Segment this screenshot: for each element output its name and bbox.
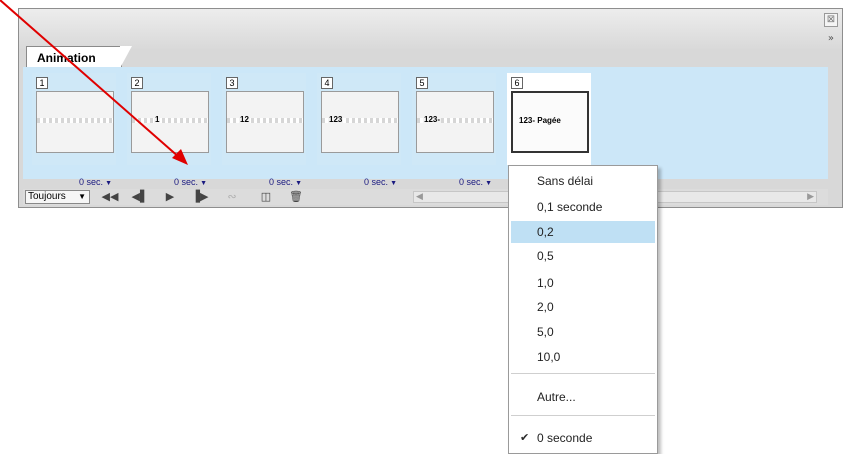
dropdown-arrow-icon: ▼ bbox=[105, 180, 112, 187]
frame-5[interactable]: 5 123- 0 sec. ▼ bbox=[412, 73, 496, 187]
frame-delay-button[interactable]: 0 sec. ▼ bbox=[174, 177, 207, 187]
frame-delay-label: 0 sec. bbox=[79, 177, 104, 187]
first-frame-icon[interactable]: ◀◀ bbox=[99, 189, 121, 205]
dropdown-arrow-icon: ▼ bbox=[390, 180, 397, 187]
frame-delay-button[interactable]: 0 sec. ▼ bbox=[364, 177, 397, 187]
panel-menu-icon[interactable]: » bbox=[828, 33, 834, 44]
frame-2[interactable]: 2 1 0 sec. ▼ bbox=[127, 73, 211, 187]
transparency-checker bbox=[132, 118, 208, 123]
menu-item-no-delay[interactable]: Sans délai bbox=[511, 170, 655, 192]
frame-thumbnail: 123 bbox=[321, 91, 399, 153]
menu-item-other[interactable]: Autre... bbox=[511, 386, 655, 408]
frame-delay-menu: Sans délai 0,1 seconde 0,2 0,5 1,0 2,0 5… bbox=[508, 165, 658, 454]
menu-item-2-0[interactable]: 2,0 bbox=[511, 296, 655, 318]
thumbnail-text: 123- Pagée bbox=[518, 115, 562, 126]
checkmark-icon: ✔ bbox=[520, 432, 530, 444]
loop-options-select[interactable]: Toujours ▼ bbox=[25, 190, 90, 204]
frame-delay-button[interactable]: 0 sec. ▼ bbox=[79, 177, 112, 187]
tab-animation-ear bbox=[120, 46, 132, 68]
play-icon[interactable]: ▶ bbox=[159, 189, 181, 205]
frame-delay-button[interactable]: 0 sec. ▼ bbox=[269, 177, 302, 187]
loop-options-value: Toujours bbox=[28, 191, 66, 202]
transparency-checker bbox=[37, 118, 113, 123]
next-frame-icon[interactable]: ▐▶ bbox=[189, 189, 211, 205]
panel-title-strip bbox=[19, 9, 842, 49]
duplicate-frame-icon[interactable]: ◫ bbox=[255, 189, 277, 205]
frame-number: 2 bbox=[131, 77, 143, 89]
dropdown-arrow-icon: ▼ bbox=[485, 180, 492, 187]
tween-icon[interactable]: ∾ bbox=[221, 189, 243, 205]
chevron-down-icon: ▼ bbox=[78, 192, 86, 201]
frame-delay-label: 0 sec. bbox=[364, 177, 389, 187]
frame-thumbnail: 12 bbox=[226, 91, 304, 153]
frame-delay-label: 0 sec. bbox=[459, 177, 484, 187]
scroll-right-icon[interactable]: ▶ bbox=[807, 191, 814, 202]
frame-6[interactable]: 6 123- Pagée bbox=[507, 73, 591, 165]
menu-item-1-0[interactable]: 1,0 bbox=[511, 272, 655, 294]
frame-number: 5 bbox=[416, 77, 428, 89]
frame-delay-button[interactable]: 0 sec. ▼ bbox=[459, 177, 492, 187]
dropdown-arrow-icon: ▼ bbox=[200, 180, 207, 187]
menu-item-0-second-label: 0 seconde bbox=[537, 431, 593, 445]
frames-strip: 1 0 sec.▼ 2 1 0 sec.▼ 3 12 0 sec.▼ 4 bbox=[23, 67, 828, 187]
frame-number: 3 bbox=[226, 77, 238, 89]
thumbnail-text: 123- bbox=[423, 114, 442, 125]
menu-divider bbox=[511, 373, 655, 374]
frame-number: 1 bbox=[36, 77, 48, 89]
frame-thumbnail: 123- bbox=[416, 91, 494, 153]
menu-item-0-2[interactable]: 0,2 bbox=[511, 221, 655, 243]
menu-item-10-0[interactable]: 10,0 bbox=[511, 346, 655, 368]
dropdown-arrow-icon: ▼ bbox=[295, 180, 302, 187]
frame-thumbnail: 1 bbox=[131, 91, 209, 153]
thumbnail-text: 1 bbox=[154, 114, 161, 125]
previous-frame-icon[interactable]: ◀▌ bbox=[129, 189, 151, 205]
scroll-left-icon[interactable]: ◀ bbox=[416, 191, 423, 202]
frame-thumbnail: 123- Pagée bbox=[511, 91, 589, 153]
menu-item-0-5[interactable]: 0,5 bbox=[511, 245, 655, 267]
animation-panel: ⊠ » Animation 1 0 sec. ▼ 2 1 0 sec. ▼ 3 12 bbox=[18, 8, 843, 208]
menu-divider bbox=[511, 415, 655, 416]
menu-item-0-second[interactable]: ✔ 0 seconde bbox=[511, 427, 655, 449]
frame-3[interactable]: 3 12 0 sec. ▼ bbox=[222, 73, 306, 187]
menu-item-0-1-second[interactable]: 0,1 seconde bbox=[511, 196, 655, 218]
frame-delay-label: 0 sec. bbox=[269, 177, 294, 187]
frame-number: 4 bbox=[321, 77, 333, 89]
frame-1[interactable]: 1 0 sec. ▼ bbox=[32, 73, 116, 187]
menu-item-5-0[interactable]: 5,0 bbox=[511, 321, 655, 343]
thumbnail-text: 123 bbox=[328, 114, 344, 125]
animation-toolbar: Toujours ▼ ◀◀ ◀▌ ▶ ▐▶ ∾ ◫ 🗑 ◀ ▶ bbox=[23, 189, 828, 205]
frame-delay-label: 0 sec. bbox=[174, 177, 199, 187]
thumbnail-text: 12 bbox=[239, 114, 250, 125]
frame-thumbnail bbox=[36, 91, 114, 153]
frame-4[interactable]: 4 123 0 sec. ▼ bbox=[317, 73, 401, 187]
close-icon[interactable]: ⊠ bbox=[824, 13, 838, 27]
frame-number: 6 bbox=[511, 77, 523, 89]
delete-frame-icon[interactable]: 🗑 bbox=[285, 189, 307, 205]
tab-animation[interactable]: Animation bbox=[26, 46, 122, 68]
